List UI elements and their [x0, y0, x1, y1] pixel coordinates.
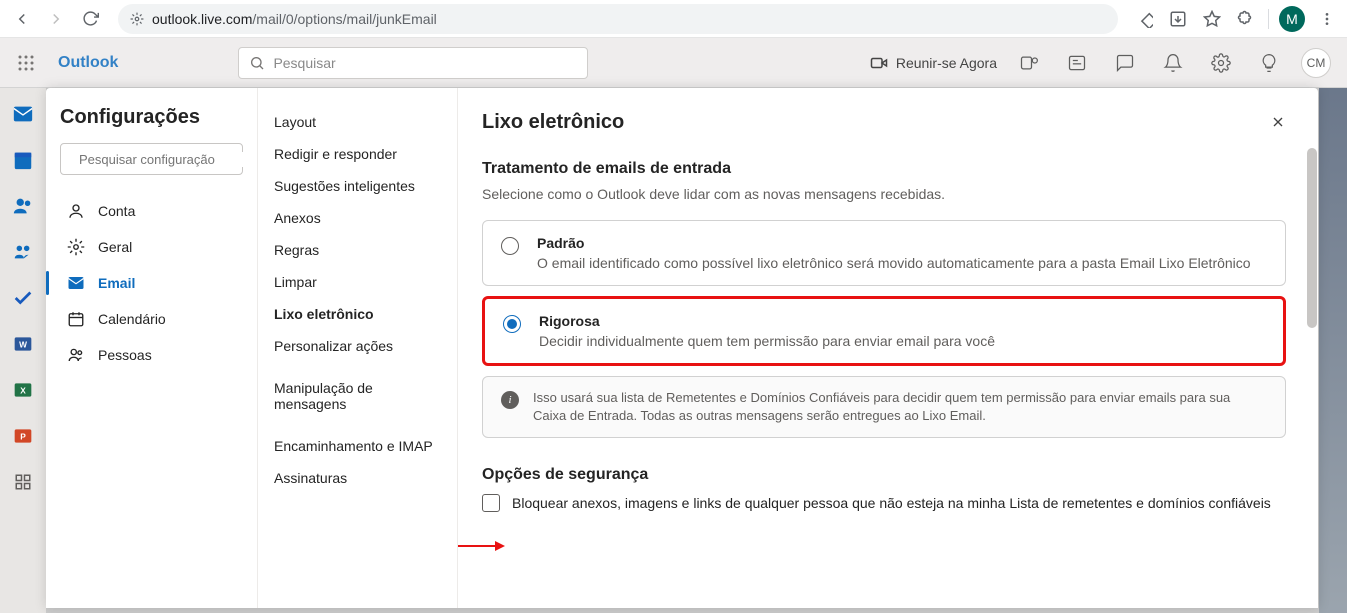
- subnav-assinaturas[interactable]: Assinaturas: [258, 462, 457, 494]
- settings-nav-primary: Configurações Conta Geral Email Calendár…: [46, 88, 258, 608]
- rail-calendar-icon[interactable]: [11, 148, 35, 172]
- outlook-header: Outlook Reunir-se Agora CM: [0, 38, 1347, 88]
- video-icon: [870, 54, 888, 72]
- svg-text:X: X: [20, 385, 26, 395]
- checkbox-input[interactable]: [482, 494, 500, 512]
- rail-groups-icon[interactable]: [11, 240, 35, 264]
- outlook-brand[interactable]: Outlook: [58, 54, 118, 72]
- subnav-redigir[interactable]: Redigir e responder: [258, 138, 457, 170]
- outlook-search[interactable]: [238, 47, 588, 79]
- close-icon: [1270, 114, 1286, 130]
- section-title-seguranca: Opções de segurança: [482, 466, 1286, 484]
- section-desc-tratamento: Selecione como o Outlook deve lidar com …: [482, 186, 1286, 202]
- rail-more-apps-icon[interactable]: [11, 470, 35, 494]
- install-app-icon[interactable]: [1166, 7, 1190, 31]
- news-icon[interactable]: [1061, 47, 1093, 79]
- settings-content: Lixo eletrônico Tratamento de emails de …: [458, 88, 1318, 608]
- rail-word-icon[interactable]: W: [11, 332, 35, 356]
- info-text: Isso usará sua lista de Remetentes e Dom…: [533, 389, 1267, 425]
- nav-geral[interactable]: Geral: [60, 229, 243, 265]
- settings-search-box[interactable]: [60, 143, 243, 175]
- extensions-diamond-icon[interactable]: [1132, 7, 1156, 31]
- address-bar[interactable]: outlook.live.com/mail/0/options/mail/jun…: [118, 4, 1118, 34]
- page-title: Lixo eletrônico: [482, 111, 624, 134]
- nav-label: Geral: [98, 239, 132, 255]
- section-title-tratamento: Tratamento de emails de entrada: [482, 160, 1286, 178]
- settings-search-input[interactable]: [79, 152, 255, 167]
- radio-desc: Decidir individualmente quem tem permiss…: [539, 333, 995, 349]
- subnav-regras[interactable]: Regras: [258, 234, 457, 266]
- outlook-search-input[interactable]: [273, 55, 577, 71]
- info-icon: i: [501, 391, 519, 409]
- person-icon: [66, 201, 86, 221]
- scrollbar-thumb[interactable]: [1307, 148, 1317, 328]
- forward-button[interactable]: [42, 5, 70, 33]
- profile-avatar[interactable]: M: [1279, 6, 1305, 32]
- extensions-puzzle-icon[interactable]: [1234, 7, 1258, 31]
- nav-label: Email: [98, 275, 135, 291]
- subnav-manipulacao[interactable]: Manipulação de mensagens: [258, 380, 457, 412]
- back-button[interactable]: [8, 5, 36, 33]
- gear-icon: [66, 237, 86, 257]
- nav-email[interactable]: Email: [60, 265, 243, 301]
- notifications-icon[interactable]: [1157, 47, 1189, 79]
- subnav-layout[interactable]: Layout: [258, 106, 457, 138]
- rail-people-icon[interactable]: [11, 194, 35, 218]
- search-icon: [249, 55, 265, 71]
- subnav-limpar[interactable]: Limpar: [258, 266, 457, 298]
- close-button[interactable]: [1262, 106, 1294, 138]
- info-message: i Isso usará sua lista de Remetentes e D…: [482, 376, 1286, 438]
- svg-text:P: P: [20, 431, 26, 441]
- user-avatar[interactable]: CM: [1301, 48, 1331, 78]
- subnav-personalizar[interactable]: Personalizar ações: [258, 330, 457, 362]
- subnav-sugestoes[interactable]: Sugestões inteligentes: [258, 170, 457, 202]
- svg-text:W: W: [19, 339, 27, 349]
- radio-option-rigorosa[interactable]: Rigorosa Decidir individualmente quem te…: [482, 296, 1286, 366]
- url-text: outlook.live.com/mail/0/options/mail/jun…: [152, 11, 437, 27]
- meet-now-button[interactable]: Reunir-se Agora: [870, 54, 997, 72]
- nav-label: Conta: [98, 203, 135, 219]
- meet-now-label: Reunir-se Agora: [896, 55, 997, 71]
- settings-heading: Configurações: [60, 106, 243, 129]
- settings-dialog: Configurações Conta Geral Email Calendár…: [46, 88, 1318, 608]
- radio-input-padrao[interactable]: [501, 237, 519, 255]
- bookmark-star-icon[interactable]: [1200, 7, 1224, 31]
- radio-desc: O email identificado como possível lixo …: [537, 255, 1251, 271]
- reload-button[interactable]: [76, 5, 104, 33]
- rail-powerpoint-icon[interactable]: P: [11, 424, 35, 448]
- annotation-arrow-icon: [458, 536, 505, 556]
- radio-option-padrao[interactable]: Padrão O email identificado como possíve…: [482, 220, 1286, 286]
- app-rail: W X P: [0, 88, 46, 613]
- settings-scroll-body[interactable]: Tratamento de emails de entrada Selecion…: [458, 148, 1318, 608]
- tips-icon[interactable]: [1253, 47, 1285, 79]
- radio-input-rigorosa[interactable]: [503, 315, 521, 333]
- calendar-icon: [66, 309, 86, 329]
- rail-excel-icon[interactable]: X: [11, 378, 35, 402]
- people-icon: [66, 345, 86, 365]
- chat-icon[interactable]: [1109, 47, 1141, 79]
- subnav-anexos[interactable]: Anexos: [258, 202, 457, 234]
- subnav-lixo-eletronico[interactable]: Lixo eletrônico: [258, 298, 457, 330]
- radio-label: Padrão: [537, 235, 1251, 251]
- teams-icon[interactable]: [1013, 47, 1045, 79]
- subnav-encaminhamento[interactable]: Encaminhamento e IMAP: [258, 430, 457, 462]
- nav-label: Pessoas: [98, 347, 152, 363]
- app-launcher-icon[interactable]: [8, 45, 44, 81]
- site-settings-icon: [130, 12, 144, 26]
- rail-mail-icon[interactable]: [11, 102, 35, 126]
- background-content: [1319, 88, 1347, 613]
- nav-pessoas[interactable]: Pessoas: [60, 337, 243, 373]
- radio-label: Rigorosa: [539, 313, 995, 329]
- chrome-menu-icon[interactable]: [1315, 7, 1339, 31]
- rail-todo-icon[interactable]: [11, 286, 35, 310]
- settings-gear-icon[interactable]: [1205, 47, 1237, 79]
- checkbox-bloquear-anexos[interactable]: Bloquear anexos, imagens e links de qual…: [482, 494, 1286, 512]
- nav-conta[interactable]: Conta: [60, 193, 243, 229]
- settings-nav-secondary: Layout Redigir e responder Sugestões int…: [258, 88, 458, 608]
- nav-calendario[interactable]: Calendário: [60, 301, 243, 337]
- checkbox-label: Bloquear anexos, imagens e links de qual…: [512, 495, 1271, 511]
- nav-label: Calendário: [98, 311, 166, 327]
- mail-icon: [66, 273, 86, 293]
- browser-toolbar: outlook.live.com/mail/0/options/mail/jun…: [0, 0, 1347, 38]
